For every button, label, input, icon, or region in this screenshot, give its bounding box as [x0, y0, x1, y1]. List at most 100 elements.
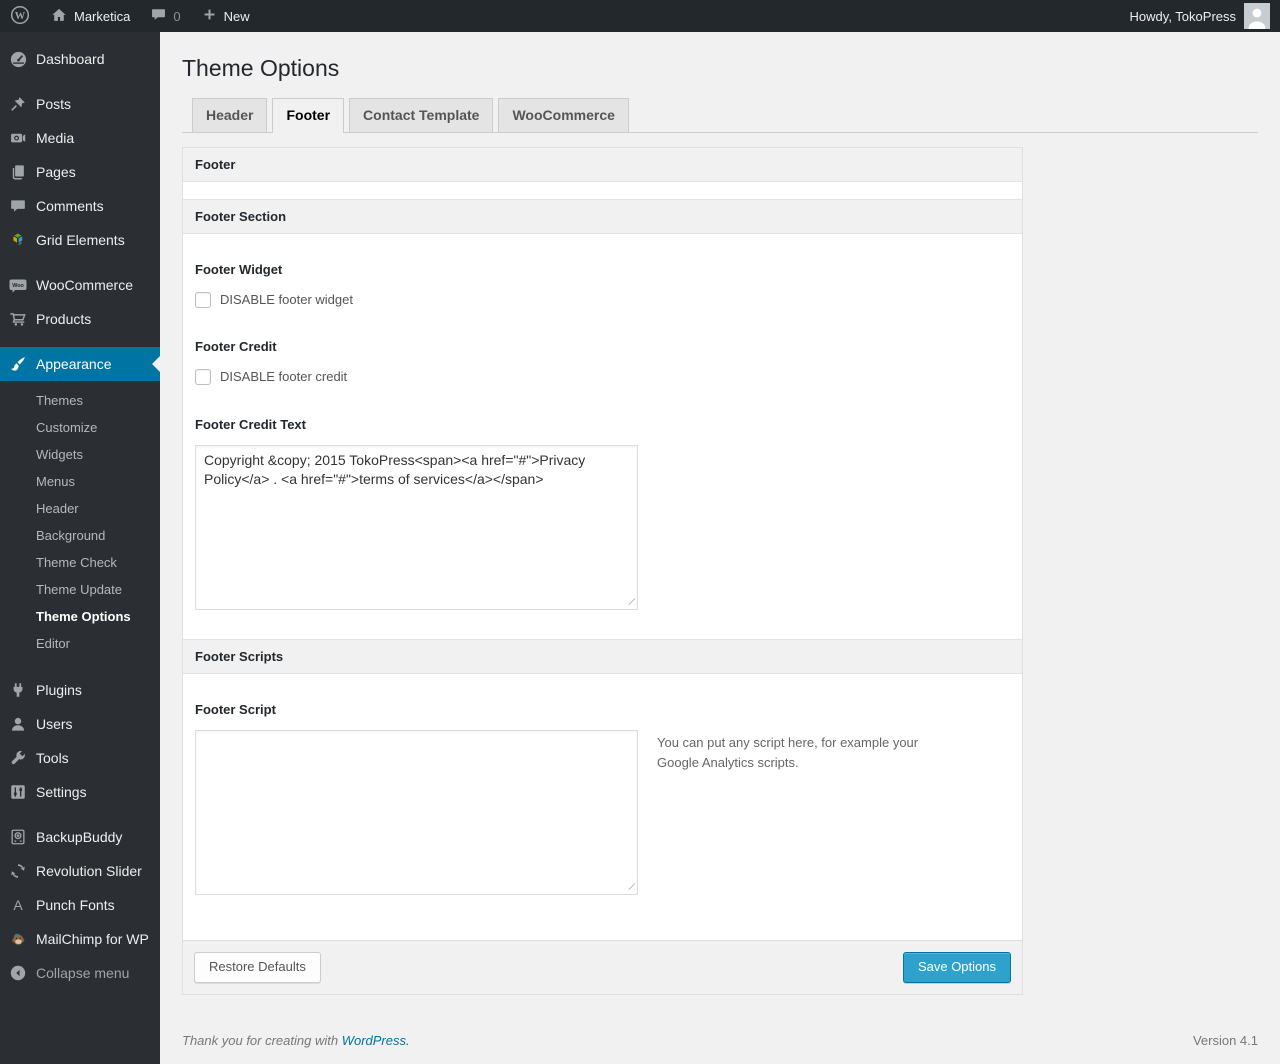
collapse-menu-label: Collapse menu — [36, 965, 130, 981]
sidebar-item-revolution-slider[interactable]: Revolution Slider — [0, 854, 160, 888]
sidebar-item-comments[interactable]: Comments — [0, 189, 160, 223]
submenu-item-background[interactable]: Background — [0, 522, 160, 549]
sidebar-item-label: Punch Fonts — [36, 897, 115, 913]
home-icon — [50, 6, 68, 27]
collapse-arrow-icon — [8, 963, 28, 983]
sidebar-item-products[interactable]: Products — [0, 302, 160, 336]
tab-contact-template[interactable]: Contact Template — [349, 98, 494, 132]
footer-widget-label: Footer Widget — [195, 261, 283, 277]
user-icon — [8, 714, 28, 734]
sidebar-item-woocommerce[interactable]: Woo WooCommerce — [0, 268, 160, 302]
sidebar-item-tools[interactable]: Tools — [0, 741, 160, 775]
footer-widget-checkbox-row[interactable]: DISABLE footer widget — [195, 291, 1010, 308]
svg-text:Woo: Woo — [12, 283, 24, 289]
submenu-item-menus[interactable]: Menus — [0, 468, 160, 495]
wp-logo-menu[interactable]: W — [0, 0, 40, 32]
menu-separator — [0, 809, 160, 820]
save-options-button[interactable]: Save Options — [902, 951, 1011, 983]
sidebar-item-dashboard[interactable]: Dashboard — [0, 42, 160, 76]
sidebar-item-media[interactable]: Media — [0, 121, 160, 155]
sidebar-item-punch-fonts[interactable]: A Punch Fonts — [0, 888, 160, 922]
submenu-item-theme-update[interactable]: Theme Update — [0, 576, 160, 603]
footer-script-help: You can put any script here, for example… — [657, 734, 919, 770]
pages-icon — [8, 162, 28, 182]
new-content-menu[interactable]: New — [191, 0, 260, 32]
theme-options-tabs: Header Footer Contact Template WooCommer… — [182, 98, 1258, 133]
version-text: Version 4.1 — [1192, 1032, 1258, 1048]
submenu-item-widgets[interactable]: Widgets — [0, 441, 160, 468]
submenu-item-editor[interactable]: Editor — [0, 630, 160, 657]
page-title: Theme Options — [182, 55, 340, 81]
menu-separator — [0, 257, 160, 268]
sidebar-item-label: Pages — [36, 164, 76, 180]
footer-credit-checkbox-row[interactable]: DISABLE footer credit — [195, 368, 1010, 385]
tab-header[interactable]: Header — [192, 98, 268, 132]
letter-a-icon: A — [13, 897, 23, 913]
footer-credit-checkbox[interactable] — [195, 368, 211, 385]
admin-bar: W Marketica 0 New Howdy, TokoPress — [0, 0, 1280, 32]
brush-icon — [8, 354, 28, 374]
sidebar-item-backupbuddy[interactable]: BackupBuddy — [0, 820, 160, 854]
footer-scripts-body: Footer Script You can put any script her… — [183, 673, 1022, 940]
sidebar-item-plugins[interactable]: Plugins — [0, 673, 160, 707]
media-camera-icon — [8, 128, 28, 148]
sidebar-item-label: Comments — [36, 198, 104, 214]
sidebar-item-label: Products — [36, 311, 92, 327]
footer-widget-checkbox[interactable] — [195, 291, 211, 308]
sidebar-item-label: WooCommerce — [36, 277, 133, 293]
plus-icon — [201, 6, 218, 26]
howdy-text: Howdy, TokoPress — [1129, 8, 1236, 24]
new-label: New — [223, 8, 250, 24]
admin-sidebar: Dashboard Posts Media Pages Comments Gri… — [0, 32, 160, 1064]
menu-separator — [0, 336, 160, 347]
comments-shortcut[interactable]: 0 — [140, 0, 190, 32]
footer-section-body: Footer Widget DISABLE footer widget Foot… — [183, 233, 1022, 639]
submenu-item-theme-options[interactable]: Theme Options — [0, 603, 160, 630]
sidebar-item-label: Plugins — [36, 682, 82, 698]
svg-text:W: W — [15, 11, 26, 22]
sidebar-item-appearance[interactable]: Appearance — [0, 347, 160, 381]
comment-count: 0 — [173, 8, 181, 24]
tab-woocommerce[interactable]: WooCommerce — [498, 98, 629, 132]
footer-credit-checkbox-label: DISABLE footer credit — [220, 369, 348, 385]
sidebar-item-users[interactable]: Users — [0, 707, 160, 741]
sidebar-item-settings[interactable]: Settings — [0, 775, 160, 809]
footer-credit-label: Footer Credit — [195, 338, 277, 354]
wrench-icon — [8, 748, 28, 768]
submenu-item-theme-check[interactable]: Theme Check — [0, 549, 160, 576]
panel-footer: Restore Defaults Save Options — [183, 939, 1022, 994]
tab-footer[interactable]: Footer — [272, 98, 345, 133]
footer-thanks-text: Thank you for creating with — [182, 1032, 342, 1048]
appearance-submenu: Themes Customize Widgets Menus Header Ba… — [0, 381, 160, 667]
submenu-item-customize[interactable]: Customize — [0, 414, 160, 441]
sidebar-item-mailchimp[interactable]: MailChimp for WP — [0, 922, 160, 956]
footer-credit-text-input[interactable]: Copyright &copy; 2015 TokoPress<span><a … — [195, 444, 638, 610]
wordpress-link[interactable]: WordPress. — [342, 1033, 410, 1048]
sidebar-item-label: Appearance — [36, 356, 112, 372]
plug-icon — [8, 680, 28, 700]
comment-bubble-icon — [8, 196, 28, 216]
collapse-menu-button[interactable]: Collapse menu — [0, 956, 160, 990]
dashboard-gauge-icon — [8, 49, 28, 69]
sidebar-item-grid-elements[interactable]: Grid Elements — [0, 223, 160, 257]
restore-defaults-button[interactable]: Restore Defaults — [194, 951, 321, 983]
submenu-item-header[interactable]: Header — [0, 495, 160, 522]
mailchimp-monkey-icon — [8, 929, 28, 949]
avatar — [1244, 3, 1270, 29]
main-content: Theme Options Header Footer Contact Temp… — [160, 32, 1280, 1064]
wordpress-logo-icon: W — [10, 5, 30, 28]
comment-bubble-icon — [150, 6, 167, 26]
submenu-item-themes[interactable]: Themes — [0, 387, 160, 414]
footer-script-input[interactable] — [195, 729, 638, 895]
account-menu[interactable]: Howdy, TokoPress — [1130, 0, 1280, 32]
sidebar-item-label: Media — [36, 130, 75, 146]
cart-icon — [8, 309, 28, 329]
sidebar-item-label: BackupBuddy — [36, 829, 123, 845]
footer-widget-checkbox-label: DISABLE footer widget — [220, 292, 353, 308]
sidebar-item-posts[interactable]: Posts — [0, 87, 160, 121]
sidebar-item-label: Revolution Slider — [36, 863, 142, 879]
site-name-menu[interactable]: Marketica — [40, 0, 140, 32]
sidebar-item-pages[interactable]: Pages — [0, 155, 160, 189]
sidebar-item-label: Users — [36, 716, 73, 732]
section-header-footer-section: Footer Section — [183, 198, 1022, 234]
